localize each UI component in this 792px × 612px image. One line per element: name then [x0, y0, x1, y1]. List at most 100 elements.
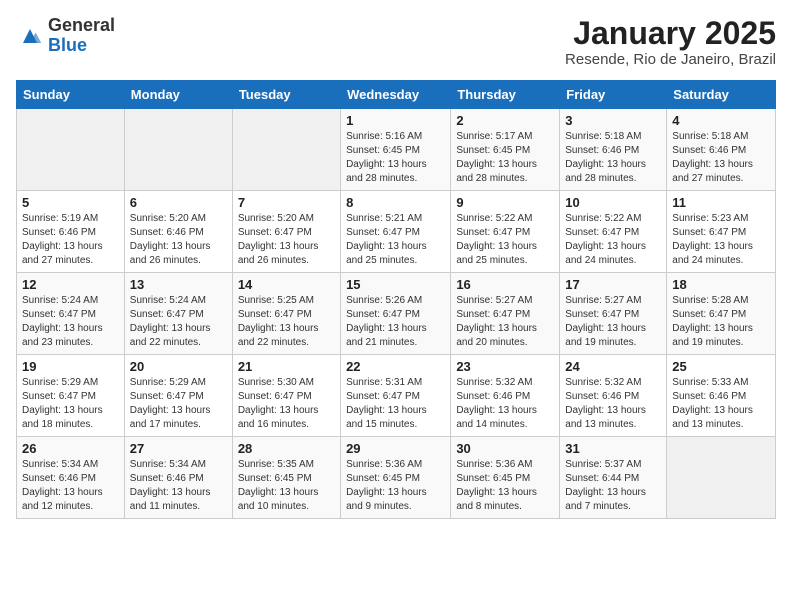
- day-number: 24: [565, 359, 661, 374]
- title-block: January 2025 Resende, Rio de Janeiro, Br…: [565, 16, 776, 68]
- day-number: 15: [346, 277, 445, 292]
- calendar-cell: 5Sunrise: 5:19 AMSunset: 6:46 PMDaylight…: [17, 191, 125, 273]
- calendar-cell: 16 Sunrise: 5:27 AMSunset: 6:47 PMDayligh…: [451, 273, 560, 355]
- day-info: Sunrise: 5:33 AMSunset: 6:46 PMDaylight:…: [672, 376, 770, 432]
- day-number: 6: [130, 195, 227, 210]
- day-number: 14: [238, 277, 335, 292]
- calendar-cell: 23 Sunrise: 5:32 AMSunset: 6:46 PMDayligh…: [451, 355, 560, 437]
- day-info: Sunrise: 5:16 AMSunset: 6:45 PMDaylight:…: [346, 130, 445, 186]
- day-number: 3: [565, 113, 661, 128]
- day-info: Sunrise: 5:21 AMSunset: 6:47 PMDaylight:…: [346, 212, 445, 268]
- day-info: Sunrise: 5:18 AMSunset: 6:46 PMDaylight:…: [672, 130, 770, 186]
- day-number: 22: [346, 359, 445, 374]
- day-number: 17: [565, 277, 661, 292]
- weekday-header: Wednesday: [341, 81, 451, 109]
- day-number: 9: [456, 195, 554, 210]
- day-info: Sunrise: 5:28 AMSunset: 6:47 PMDaylight:…: [672, 294, 770, 350]
- page-header: General Blue January 2025 Resende, Rio d…: [16, 16, 776, 68]
- day-number: 29: [346, 441, 445, 456]
- calendar-cell: [232, 109, 340, 191]
- calendar-week-row: 19Sunrise: 5:29 AMSunset: 6:47 PMDayligh…: [17, 355, 776, 437]
- calendar-cell: 30 Sunrise: 5:36 AMSunset: 6:45 PMDayligh…: [451, 437, 560, 519]
- day-info: Sunrise: 5:37 AMSunset: 6:44 PMDaylight:…: [565, 458, 661, 514]
- logo-icon: [16, 22, 44, 50]
- day-number: 13: [130, 277, 227, 292]
- calendar-week-row: 26 Sunrise: 5:34 AMSunset: 6:46 PMDayligh…: [17, 437, 776, 519]
- day-info: Sunrise: 5:29 AMSunset: 6:47 PMDaylight:…: [130, 376, 227, 432]
- calendar-cell: 24 Sunrise: 5:32 AMSunset: 6:46 PMDayligh…: [560, 355, 667, 437]
- logo: General Blue: [16, 16, 115, 56]
- calendar-week-row: 5Sunrise: 5:19 AMSunset: 6:46 PMDaylight…: [17, 191, 776, 273]
- day-info: Sunrise: 5:26 AMSunset: 6:47 PMDaylight:…: [346, 294, 445, 350]
- day-number: 1: [346, 113, 445, 128]
- day-info: Sunrise: 5:20 AMSunset: 6:46 PMDaylight:…: [130, 212, 227, 268]
- day-number: 27: [130, 441, 227, 456]
- weekday-header: Tuesday: [232, 81, 340, 109]
- calendar-cell: [124, 109, 232, 191]
- calendar-cell: 7 Sunrise: 5:20 AMSunset: 6:47 PMDaylight…: [232, 191, 340, 273]
- calendar-cell: 17 Sunrise: 5:27 AMSunset: 6:47 PMDayligh…: [560, 273, 667, 355]
- calendar-cell: 28 Sunrise: 5:35 AMSunset: 6:45 PMDayligh…: [232, 437, 340, 519]
- calendar-cell: 8Sunrise: 5:21 AMSunset: 6:47 PMDaylight…: [341, 191, 451, 273]
- calendar-week-row: 1 Sunrise: 5:16 AMSunset: 6:45 PMDaylight…: [17, 109, 776, 191]
- calendar-cell: 1 Sunrise: 5:16 AMSunset: 6:45 PMDaylight…: [341, 109, 451, 191]
- calendar-cell: 22 Sunrise: 5:31 AMSunset: 6:47 PMDayligh…: [341, 355, 451, 437]
- calendar-cell: 3 Sunrise: 5:18 AMSunset: 6:46 PMDaylight…: [560, 109, 667, 191]
- logo-blue: Blue: [48, 36, 115, 56]
- month-title: January 2025: [565, 16, 776, 51]
- weekday-header: Monday: [124, 81, 232, 109]
- day-info: Sunrise: 5:32 AMSunset: 6:46 PMDaylight:…: [565, 376, 661, 432]
- day-info: Sunrise: 5:34 AMSunset: 6:46 PMDaylight:…: [22, 458, 119, 514]
- day-number: 11: [672, 195, 770, 210]
- day-number: 12: [22, 277, 119, 292]
- day-number: 25: [672, 359, 770, 374]
- day-number: 10: [565, 195, 661, 210]
- day-info: Sunrise: 5:35 AMSunset: 6:45 PMDaylight:…: [238, 458, 335, 514]
- calendar-table: SundayMondayTuesdayWednesdayThursdayFrid…: [16, 80, 776, 519]
- weekday-header: Friday: [560, 81, 667, 109]
- calendar-cell: 11Sunrise: 5:23 AMSunset: 6:47 PMDayligh…: [667, 191, 776, 273]
- day-number: 31: [565, 441, 661, 456]
- day-info: Sunrise: 5:24 AMSunset: 6:47 PMDaylight:…: [22, 294, 119, 350]
- calendar-cell: 4 Sunrise: 5:18 AMSunset: 6:46 PMDaylight…: [667, 109, 776, 191]
- calendar-cell: 18 Sunrise: 5:28 AMSunset: 6:47 PMDayligh…: [667, 273, 776, 355]
- day-info: Sunrise: 5:29 AMSunset: 6:47 PMDaylight:…: [22, 376, 119, 432]
- day-number: 7: [238, 195, 335, 210]
- day-info: Sunrise: 5:36 AMSunset: 6:45 PMDaylight:…: [346, 458, 445, 514]
- day-info: Sunrise: 5:18 AMSunset: 6:46 PMDaylight:…: [565, 130, 661, 186]
- day-number: 23: [456, 359, 554, 374]
- day-info: Sunrise: 5:36 AMSunset: 6:45 PMDaylight:…: [456, 458, 554, 514]
- day-info: Sunrise: 5:25 AMSunset: 6:47 PMDaylight:…: [238, 294, 335, 350]
- day-info: Sunrise: 5:20 AMSunset: 6:47 PMDaylight:…: [238, 212, 335, 268]
- day-number: 20: [130, 359, 227, 374]
- calendar-cell: 29 Sunrise: 5:36 AMSunset: 6:45 PMDayligh…: [341, 437, 451, 519]
- calendar-cell: 21 Sunrise: 5:30 AMSunset: 6:47 PMDayligh…: [232, 355, 340, 437]
- day-info: Sunrise: 5:22 AMSunset: 6:47 PMDaylight:…: [565, 212, 661, 268]
- day-info: Sunrise: 5:34 AMSunset: 6:46 PMDaylight:…: [130, 458, 227, 514]
- calendar-cell: [667, 437, 776, 519]
- day-info: Sunrise: 5:27 AMSunset: 6:47 PMDaylight:…: [456, 294, 554, 350]
- day-number: 26: [22, 441, 119, 456]
- day-info: Sunrise: 5:24 AMSunset: 6:47 PMDaylight:…: [130, 294, 227, 350]
- calendar-cell: 9Sunrise: 5:22 AMSunset: 6:47 PMDaylight…: [451, 191, 560, 273]
- calendar-cell: 13 Sunrise: 5:24 AMSunset: 6:47 PMDayligh…: [124, 273, 232, 355]
- logo-text: General Blue: [48, 16, 115, 56]
- day-info: Sunrise: 5:32 AMSunset: 6:46 PMDaylight:…: [456, 376, 554, 432]
- day-info: Sunrise: 5:30 AMSunset: 6:47 PMDaylight:…: [238, 376, 335, 432]
- calendar-cell: 25 Sunrise: 5:33 AMSunset: 6:46 PMDayligh…: [667, 355, 776, 437]
- calendar-cell: 31 Sunrise: 5:37 AMSunset: 6:44 PMDayligh…: [560, 437, 667, 519]
- day-number: 18: [672, 277, 770, 292]
- day-number: 21: [238, 359, 335, 374]
- day-number: 30: [456, 441, 554, 456]
- day-number: 2: [456, 113, 554, 128]
- day-info: Sunrise: 5:31 AMSunset: 6:47 PMDaylight:…: [346, 376, 445, 432]
- location-subtitle: Resende, Rio de Janeiro, Brazil: [565, 51, 776, 68]
- day-number: 16: [456, 277, 554, 292]
- calendar-week-row: 12 Sunrise: 5:24 AMSunset: 6:47 PMDayligh…: [17, 273, 776, 355]
- day-number: 28: [238, 441, 335, 456]
- weekday-header: Sunday: [17, 81, 125, 109]
- day-number: 4: [672, 113, 770, 128]
- day-info: Sunrise: 5:19 AMSunset: 6:46 PMDaylight:…: [22, 212, 119, 268]
- logo-general: General: [48, 16, 115, 36]
- day-info: Sunrise: 5:27 AMSunset: 6:47 PMDaylight:…: [565, 294, 661, 350]
